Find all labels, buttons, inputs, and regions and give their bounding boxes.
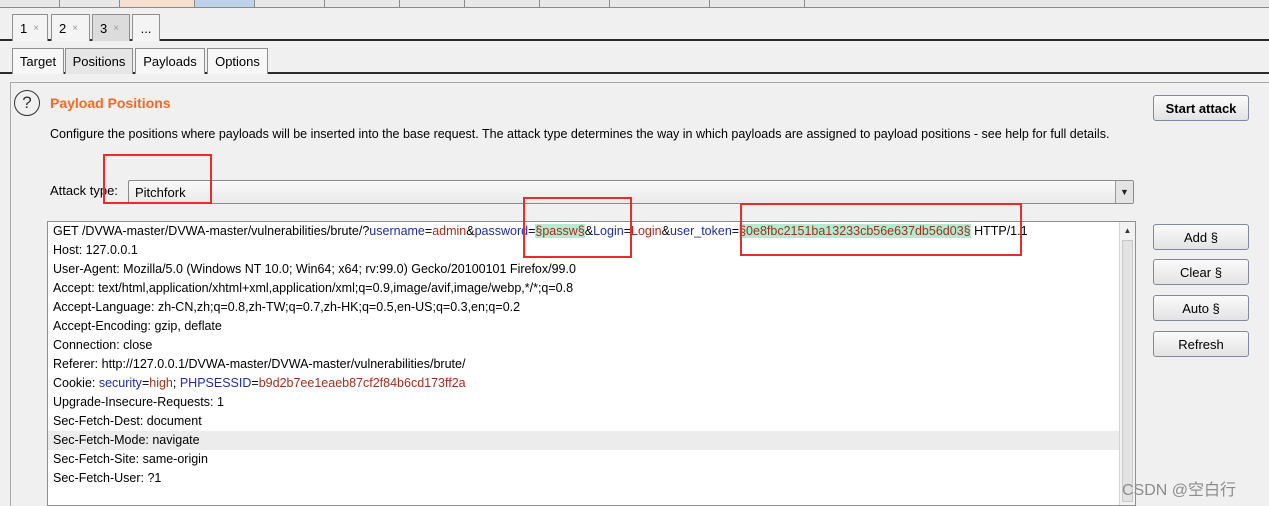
- tab-label: 2: [59, 20, 67, 36]
- top-tab[interactable]: [0, 0, 60, 7]
- cookie-key: security: [98, 376, 142, 390]
- header-sec-fetch-mode: Sec-Fetch-Mode: navigate: [48, 431, 1120, 450]
- tab-payloads[interactable]: Payloads: [135, 48, 205, 74]
- header-referer: Referer: http://127.0.0.1/DVWA-master/DV…: [53, 357, 466, 371]
- cookie-prefix: Cookie:: [53, 376, 99, 390]
- tab-positions[interactable]: Positions: [65, 48, 133, 74]
- tab-label: 1: [20, 20, 28, 36]
- param-value: Login: [631, 224, 662, 238]
- header-accept-language: Accept-Language: zh-CN,zh;q=0.8,zh-TW;q=…: [53, 300, 521, 314]
- add-marker-button[interactable]: Add §: [1153, 224, 1249, 250]
- param-key: password: [474, 224, 529, 238]
- attack-tab-2[interactable]: 2 ×: [51, 14, 90, 41]
- top-tab[interactable]: [540, 0, 610, 7]
- top-tab[interactable]: [610, 0, 710, 7]
- close-icon[interactable]: ×: [33, 23, 39, 34]
- annotation-box-password: [523, 197, 632, 258]
- intruder-tab-row: 1 × 2 × 3 × ...: [0, 8, 1269, 41]
- header-sec-fetch-dest: Sec-Fetch-Dest: document: [53, 414, 202, 428]
- cookie-value: b9d2b7ee1eaeb87cf2f84b6cd173ff2a: [258, 376, 466, 390]
- attack-tab-3[interactable]: 3 ×: [92, 14, 130, 41]
- top-tab-active[interactable]: [195, 0, 255, 7]
- header-connection: Connection: close: [53, 338, 153, 352]
- equals: =: [731, 224, 740, 238]
- section-description: Configure the positions where payloads w…: [50, 127, 1110, 141]
- ampersand: &: [466, 224, 475, 238]
- watermark: CSDN @空白行: [1122, 482, 1237, 499]
- top-tab[interactable]: [710, 0, 805, 7]
- scroll-up-icon[interactable]: ▲: [1120, 222, 1135, 238]
- header-accept-encoding: Accept-Encoding: gzip, deflate: [53, 319, 222, 333]
- top-tab-strip: [0, 0, 1269, 8]
- attack-tab-1[interactable]: 1 ×: [12, 14, 48, 41]
- equals: =: [251, 376, 259, 390]
- new-tab-button[interactable]: ...: [132, 14, 160, 41]
- cookie-value: high: [149, 376, 173, 390]
- section-title: Payload Positions: [50, 95, 171, 111]
- help-icon[interactable]: ?: [14, 90, 40, 116]
- request-method-path: GET /DVWA-master/DVWA-master/vulnerabili…: [53, 224, 370, 238]
- header-cookie: Cookie: security=high; PHPSESSID=b9d2b7e…: [48, 374, 1120, 393]
- header-upgrade: Upgrade-Insecure-Requests: 1: [53, 395, 224, 409]
- editor-scrollbar[interactable]: ▲: [1119, 222, 1135, 505]
- ampersand: &: [661, 224, 670, 238]
- annotation-box-attack-type: [103, 154, 212, 204]
- scrollbar-thumb[interactable]: [1122, 240, 1133, 502]
- annotation-box-user-token: [740, 203, 1022, 256]
- header-sec-fetch-user: Sec-Fetch-User: ?1: [53, 471, 162, 485]
- header-accept: Accept: text/html,application/xhtml+xml,…: [53, 281, 574, 295]
- param-key: user_token: [669, 224, 732, 238]
- cookie-key: PHPSESSID: [179, 376, 252, 390]
- header-user-agent: User-Agent: Mozilla/5.0 (Windows NT 10.0…: [53, 262, 576, 276]
- cookie-separator: ;: [172, 376, 180, 390]
- chevron-down-icon[interactable]: ▼: [1115, 181, 1133, 203]
- param-key: username: [369, 224, 425, 238]
- header-sec-fetch-site: Sec-Fetch-Site: same-origin: [53, 452, 208, 466]
- auto-marker-button[interactable]: Auto §: [1153, 295, 1249, 321]
- clear-marker-button[interactable]: Clear §: [1153, 259, 1249, 285]
- top-tab[interactable]: [465, 0, 540, 7]
- refresh-button[interactable]: Refresh: [1153, 331, 1249, 357]
- top-tab[interactable]: [400, 0, 465, 7]
- request-editor[interactable]: GET /DVWA-master/DVWA-master/vulnerabili…: [47, 221, 1136, 506]
- close-icon[interactable]: ×: [72, 23, 78, 34]
- top-tab[interactable]: [60, 0, 120, 7]
- tab-label: 3: [100, 20, 108, 36]
- intruder-sub-tabs: Target Positions Payloads Options: [0, 43, 1269, 74]
- close-icon[interactable]: ×: [113, 23, 119, 34]
- param-value: admin: [432, 224, 467, 238]
- tab-target[interactable]: Target: [12, 48, 64, 74]
- top-tab[interactable]: [325, 0, 400, 7]
- top-tab[interactable]: [255, 0, 325, 7]
- tab-label: ...: [140, 20, 152, 36]
- start-attack-button[interactable]: Start attack: [1153, 95, 1249, 121]
- tab-options[interactable]: Options: [207, 48, 268, 74]
- top-tab[interactable]: [120, 0, 195, 7]
